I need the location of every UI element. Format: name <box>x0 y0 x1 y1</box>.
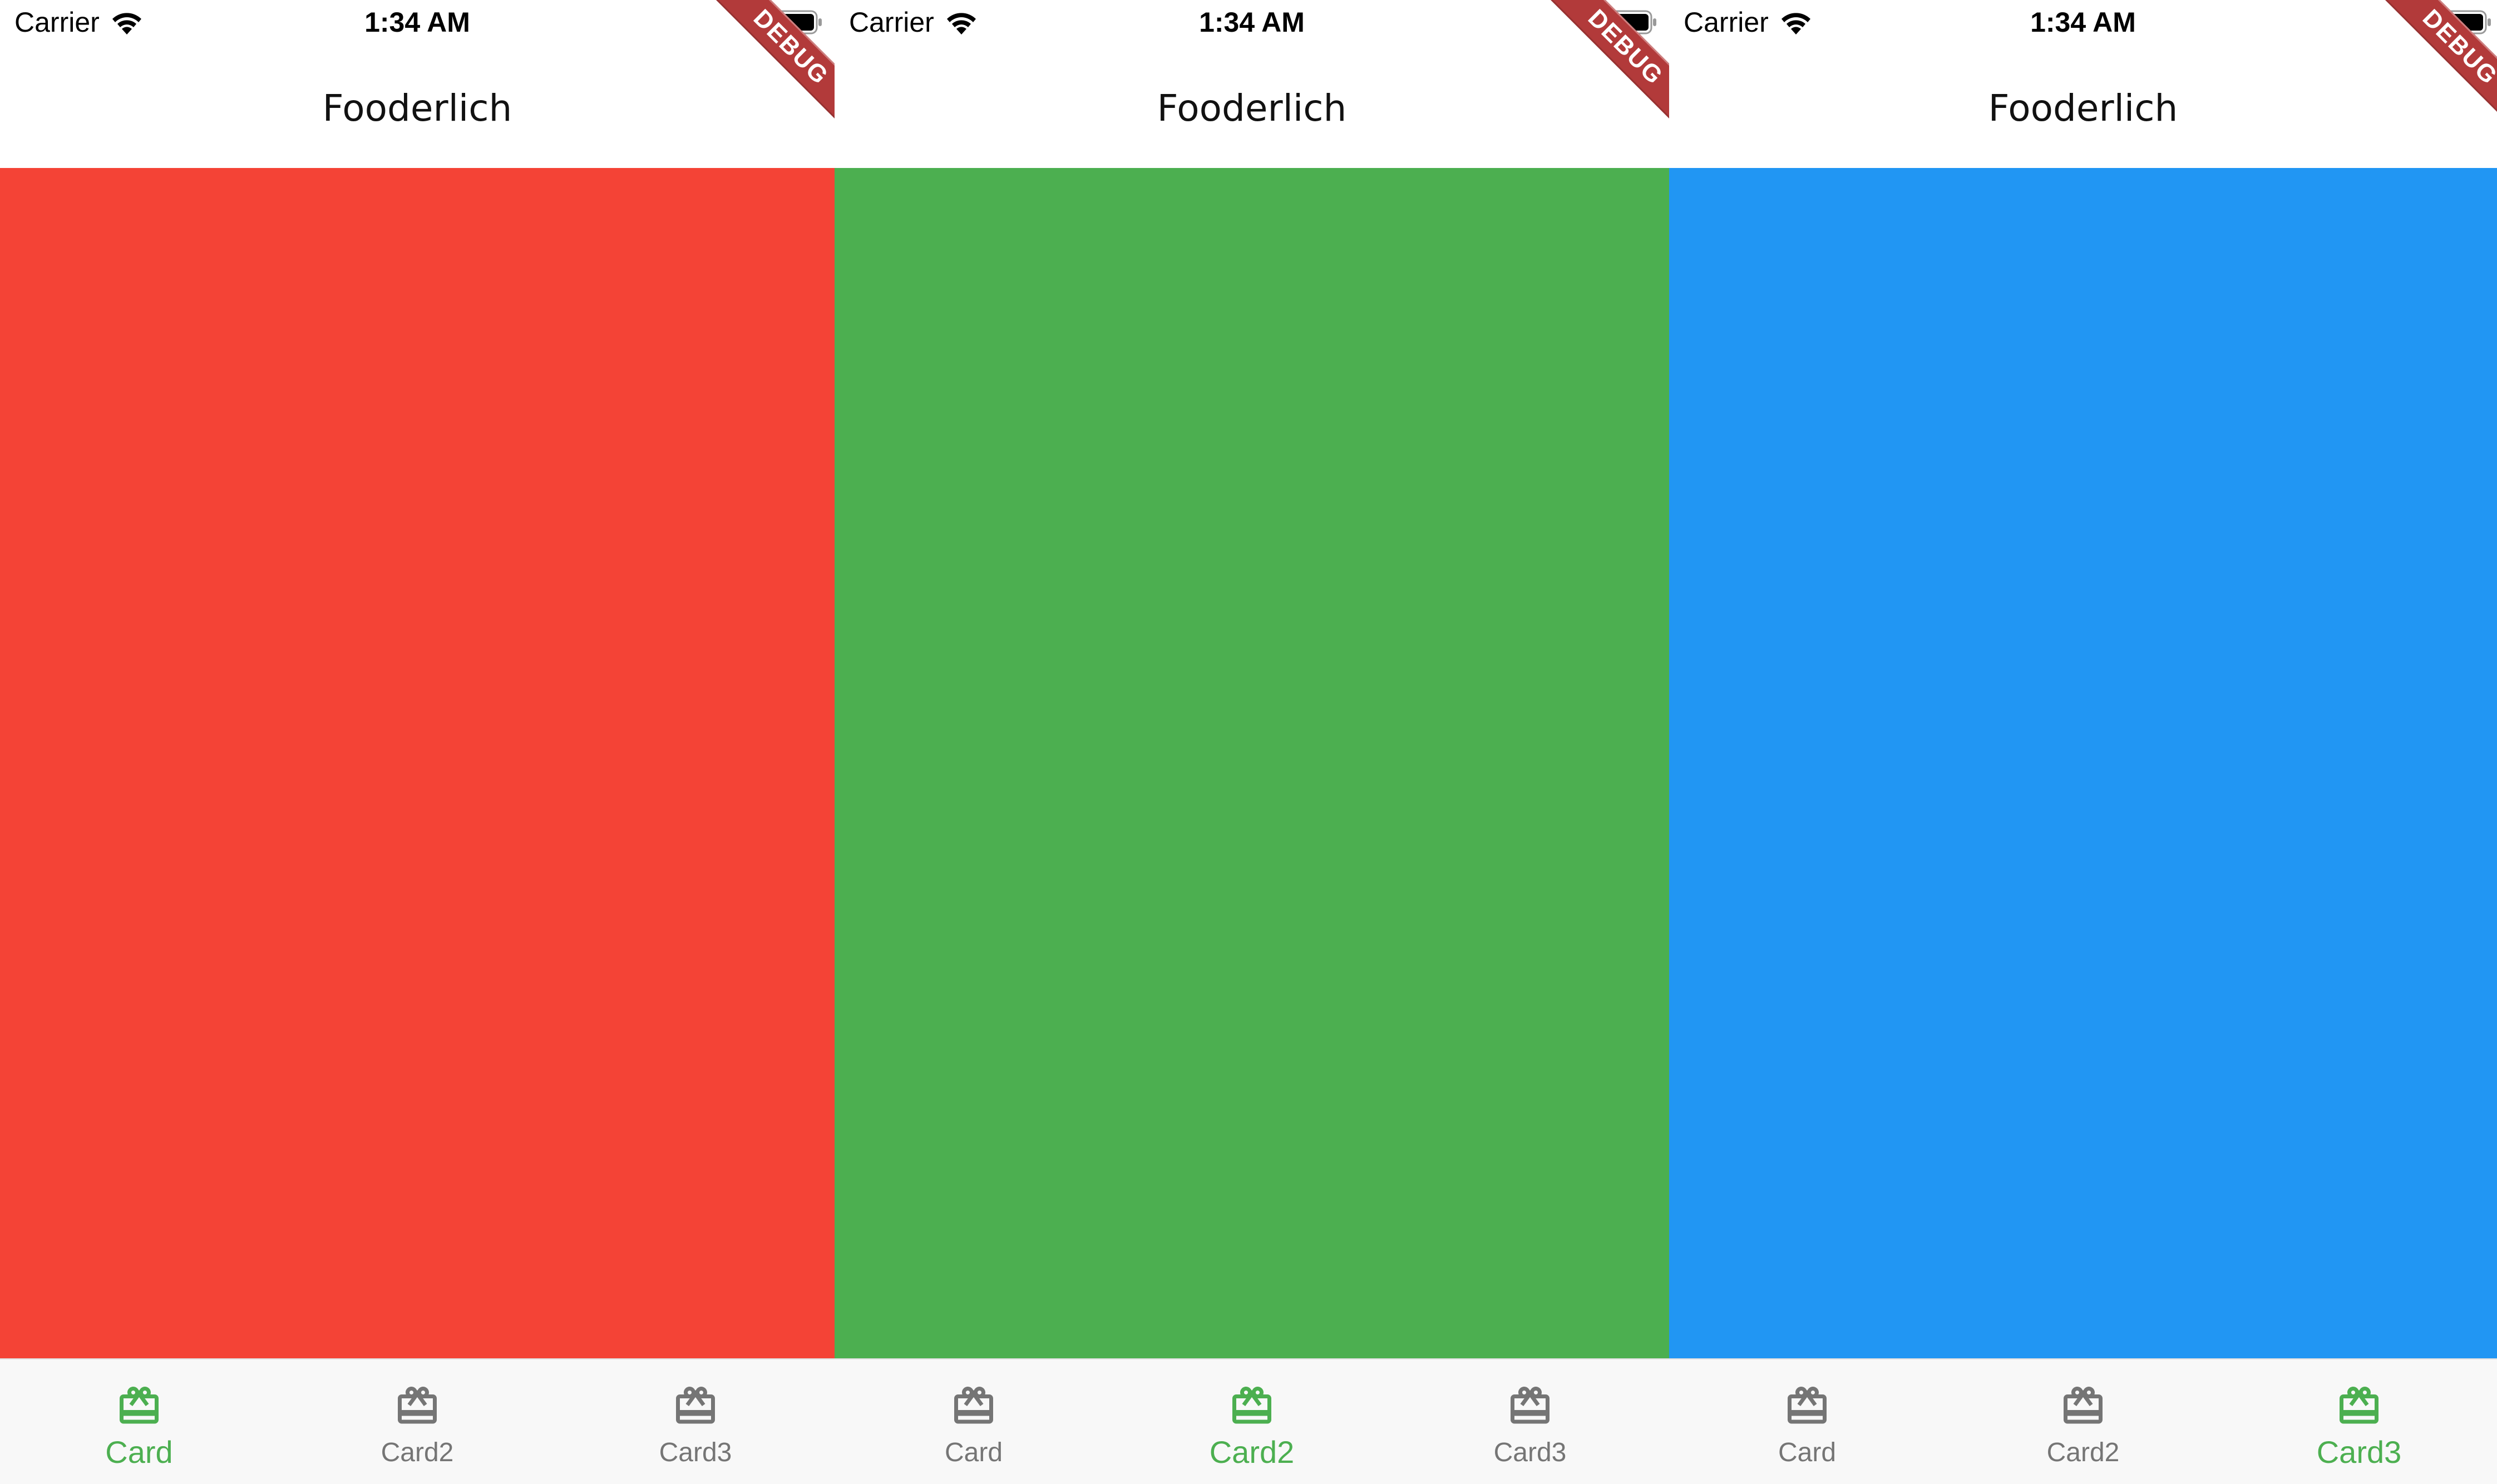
tab-card[interactable]: Card <box>1669 1359 1945 1484</box>
card-giftcard-icon <box>120 1386 159 1424</box>
status-bar: Carrier 1:34 AM <box>0 0 835 44</box>
tab-card3[interactable]: Card3 <box>556 1359 835 1484</box>
bottom-navigation-bar: Card Card2 Card3 <box>1669 1358 2497 1484</box>
status-time: 1:34 AM <box>2030 7 2136 38</box>
tab-label: Card2 <box>381 1438 454 1467</box>
card-content-area <box>0 168 835 1358</box>
tab-label: Card3 <box>659 1438 732 1467</box>
tab-label: Card <box>105 1434 173 1470</box>
status-time: 1:34 AM <box>364 7 470 38</box>
card-giftcard-icon <box>398 1386 437 1424</box>
app-bar-title: Fooderlich <box>1988 87 2178 130</box>
app-bar: Fooderlich <box>835 72 1669 145</box>
status-time: 1:34 AM <box>1199 7 1305 38</box>
card-giftcard-icon <box>954 1386 993 1424</box>
card-giftcard-icon <box>1511 1386 1549 1424</box>
tab-card[interactable]: Card <box>0 1359 278 1484</box>
tab-card3[interactable]: Card3 <box>2221 1359 2497 1484</box>
app-bar-title: Fooderlich <box>1157 87 1347 130</box>
card-content-area <box>1669 168 2497 1358</box>
phone-screen: Carrier 1:34 AM Fooderlich DEBUG Card Ca… <box>0 0 835 1484</box>
card-content-area <box>835 168 1669 1358</box>
phone-screen: Carrier 1:34 AM Fooderlich DEBUG Card Ca… <box>835 0 1669 1484</box>
tab-card2[interactable]: Card2 <box>278 1359 556 1484</box>
bottom-navigation-bar: Card Card2 Card3 <box>0 1358 835 1484</box>
tab-card3[interactable]: Card3 <box>1391 1359 1669 1484</box>
app-bar-title: Fooderlich <box>322 87 512 130</box>
status-bar: Carrier 1:34 AM <box>835 0 1669 44</box>
tab-label: Card <box>944 1438 1003 1467</box>
tab-card2[interactable]: Card2 <box>1945 1359 2221 1484</box>
phone-screen: Carrier 1:34 AM Fooderlich DEBUG Card Ca… <box>1669 0 2497 1484</box>
screenshot-collage: Carrier 1:34 AM Fooderlich DEBUG Card Ca… <box>0 0 2497 1484</box>
tab-label: Card2 <box>2046 1438 2120 1467</box>
card-giftcard-icon <box>676 1386 715 1424</box>
tab-label: Card <box>1778 1438 1837 1467</box>
card-giftcard-icon <box>1788 1386 1827 1424</box>
status-bar: Carrier 1:34 AM <box>1669 0 2497 44</box>
card-giftcard-icon <box>2064 1386 2103 1424</box>
bottom-navigation-bar: Card Card2 Card3 <box>835 1358 1669 1484</box>
tab-label: Card3 <box>2316 1434 2402 1470</box>
tab-label: Card2 <box>1209 1434 1295 1470</box>
tab-card2[interactable]: Card2 <box>1113 1359 1391 1484</box>
tab-card[interactable]: Card <box>835 1359 1113 1484</box>
tab-label: Card3 <box>1493 1438 1567 1467</box>
card-giftcard-icon <box>2340 1386 2378 1424</box>
card-giftcard-icon <box>1232 1386 1271 1424</box>
app-bar: Fooderlich <box>0 72 835 145</box>
app-bar: Fooderlich <box>1669 72 2497 145</box>
